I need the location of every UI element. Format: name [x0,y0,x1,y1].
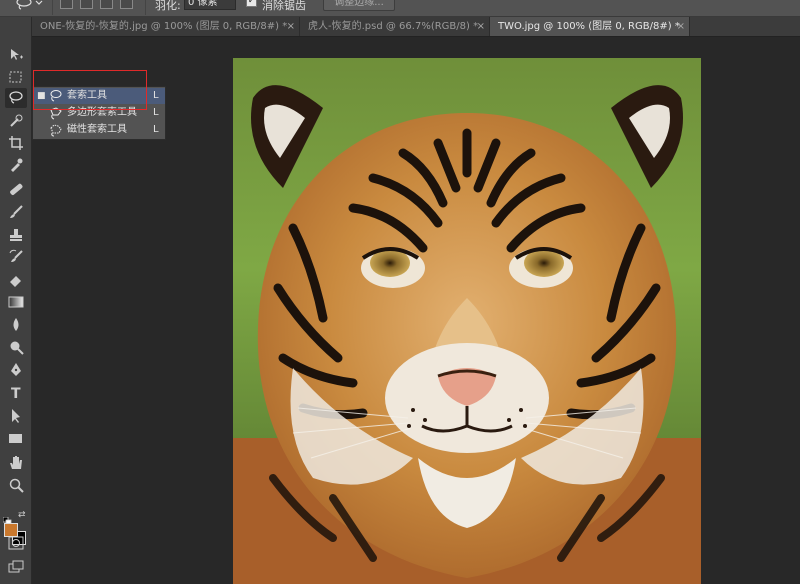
lasso-icon [9,91,23,104]
marquee-tool[interactable] [5,67,27,87]
annotation-highlight-box [33,70,147,110]
history-brush-icon [9,249,23,262]
brush-tool[interactable] [5,202,27,222]
add-to-selection-button[interactable] [80,0,93,9]
tab-label: ONE-恢复的-恢复的.jpg @ 100% (图层 0, RGB/8#) * [40,21,288,32]
magnetic-lasso-icon [50,124,62,137]
separator [52,0,53,15]
feather-label: 羽化: [155,0,181,12]
anti-alias-label: 消除锯齿 [262,0,306,12]
shape-icon [9,434,22,443]
zoom-tool[interactable] [5,475,27,495]
tab-label: TWO.jpg @ 100% (图层 0, RGB/8#) * [498,21,680,32]
tool-preset-picker[interactable] [14,0,44,11]
options-bar: 羽化: 0 像素 ✓ 消除锯齿 调整边缘... [0,0,800,17]
type-icon: T [11,386,21,401]
refine-edge-button[interactable]: 调整边缘... [323,0,395,11]
hand-tool[interactable] [5,453,27,473]
menu-item-label: 磁性套索工具 [67,124,127,135]
dodge-tool[interactable] [5,337,27,357]
path-select-icon [12,409,20,423]
intersect-selection-button[interactable] [120,0,133,9]
healing-icon [10,183,23,195]
foreground-color-swatch[interactable] [4,523,18,537]
document-tab[interactable]: ONE-恢复的-恢复的.jpg @ 100% (图层 0, RGB/8#) * … [32,17,300,36]
swap-colors-icon[interactable]: ⇄ [18,510,26,520]
marquee-icon [9,71,22,83]
blur-icon [13,318,19,331]
shortcut-key: L [153,107,159,118]
document-tab-active[interactable]: TWO.jpg @ 100% (图层 0, RGB/8#) * × [490,17,690,36]
document-tab-bar: ONE-恢复的-恢复的.jpg @ 100% (图层 0, RGB/8#) * … [32,17,800,37]
anti-alias-checkbox[interactable]: ✓ [246,0,257,7]
quickmask-icon [8,536,24,550]
screen-mode-icon [8,560,24,573]
close-icon[interactable]: × [677,17,685,36]
quick-select-icon [10,114,23,127]
type-tool[interactable]: T [5,383,27,403]
lasso-tool[interactable] [5,88,27,108]
history-brush-tool[interactable] [5,247,27,267]
crop-tool[interactable] [5,133,27,153]
pen-tool[interactable] [5,360,27,380]
eraser-icon [10,276,21,287]
shortcut-key: L [153,124,159,135]
shape-tool[interactable] [5,428,27,448]
healing-tool[interactable] [5,179,27,199]
stamp-icon [10,229,22,241]
document-tab[interactable]: 虎人-恢复的.psd @ 66.7%(RGB/8) * × [300,17,490,36]
dodge-icon [10,341,24,355]
close-icon[interactable]: × [477,17,485,36]
type-glyph: T [11,386,21,401]
feather-input[interactable]: 0 像素 [184,0,236,10]
blur-tool[interactable] [5,315,27,335]
brush-icon [10,205,23,218]
separator [145,0,146,15]
eyedropper-icon [11,158,23,172]
pen-icon [11,363,21,376]
eyedropper-tool[interactable] [5,155,27,175]
default-colors-icon[interactable] [2,511,12,526]
move-tool[interactable] [5,45,27,65]
tools-panel: T ⇄ [0,17,32,584]
document-image-tiger[interactable] [233,58,701,584]
new-selection-button[interactable] [60,0,73,9]
stamp-tool[interactable] [5,225,27,245]
path-select-tool[interactable] [5,406,27,426]
gradient-tool[interactable] [5,292,27,312]
shortcut-key: L [153,90,159,101]
crop-icon [9,136,23,150]
eraser-tool[interactable] [5,270,27,290]
screen-mode-button[interactable] [5,557,27,577]
zoom-icon [9,478,24,493]
tab-label: 虎人-恢复的.psd @ 66.7%(RGB/8) * [308,21,479,32]
subtract-selection-button[interactable] [100,0,113,9]
close-icon[interactable]: × [287,17,295,36]
quick-select-tool[interactable] [5,111,27,131]
menu-item-magnetic-lasso[interactable]: 磁性套索工具 L [33,122,165,138]
move-icon [11,49,23,60]
gradient-icon [8,296,24,308]
hand-icon [10,456,22,469]
